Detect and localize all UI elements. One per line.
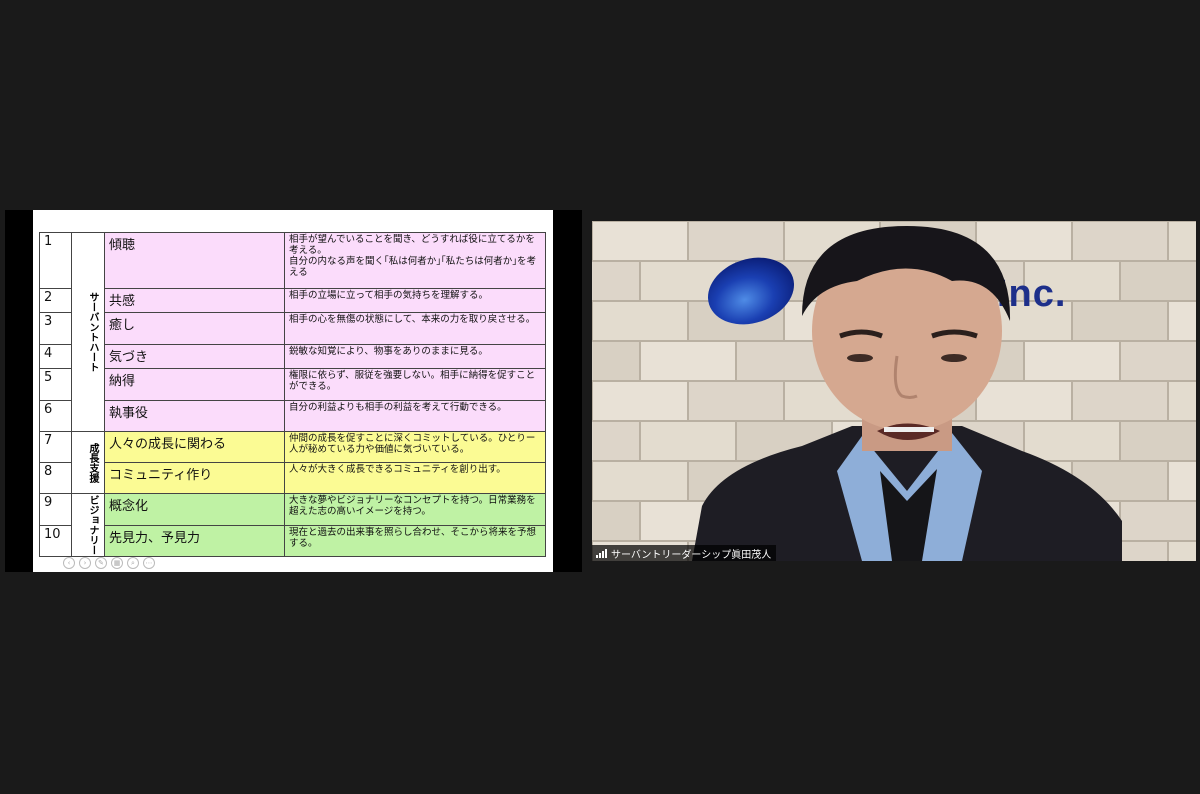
trait-name: 人々の成長に関わる xyxy=(104,431,285,463)
row-number: 4 xyxy=(39,344,72,369)
row-number: 10 xyxy=(39,524,72,557)
row-number: 9 xyxy=(39,493,72,526)
category-label: ビジョナリー xyxy=(71,493,105,557)
row-number: 2 xyxy=(39,288,72,313)
table-row: 8 コミュニティ作り 人々が大きく成長できるコミュニティを創り出す。 xyxy=(39,462,546,494)
brick xyxy=(592,461,688,501)
trait-description: 鋭敏な知覚により、物事をありのままに見る。 xyxy=(284,344,546,369)
trait-name: 癒し xyxy=(104,312,285,345)
table-row: 3 癒し 相手の心を無傷の状態にして、本来の力を取り戻させる。 xyxy=(39,312,546,345)
trait-description: 現在と過去の出来事を照らし合わせ、そこから将来を予想する。 xyxy=(284,524,546,557)
trait-name: 概念化 xyxy=(104,493,285,526)
trait-name: 気づき xyxy=(104,344,285,369)
table-row: 1 サーバントハート 傾聴 相手が望んでいることを聞き、どうすれば役に立てるかを考える… xyxy=(39,232,546,432)
trait-name: 共感 xyxy=(104,288,285,313)
table-row: 9 ビジョナリー 概念化 大きな夢やビジョナリーなコンセプトを持つ。日常業務を超えた志… xyxy=(39,493,546,557)
trait-description: 大きな夢やビジョナリーなコンセプトを持つ。日常業務を超えた志の高いイメージを持つ… xyxy=(284,493,546,526)
trait-name: 傾聴 xyxy=(104,232,285,289)
trait-name: 先見力、予見力 xyxy=(104,524,285,557)
brick xyxy=(1120,421,1196,461)
row-number: 7 xyxy=(39,431,72,463)
trait-description: 相手の心を無傷の状態にして、本来の力を取り戻させる。 xyxy=(284,312,546,345)
row-number: 8 xyxy=(39,462,72,494)
participant-name-tag: サーバントリーダーシップ眞田茂人 xyxy=(592,545,777,561)
table-row: 6 執事役 自分の利益よりも相手の利益を考えて行動できる。 xyxy=(39,400,546,432)
row-number: 1 xyxy=(39,232,72,289)
zoom-icon[interactable]: ⌕ xyxy=(127,557,139,569)
brick xyxy=(592,381,688,421)
more-icon[interactable]: ⋯ xyxy=(143,557,155,569)
presentation-slide: 1 サーバントハート 傾聴 相手が望んでいることを聞き、どうすれば役に立てるかを考える… xyxy=(33,210,553,572)
trait-description: 相手が望んでいることを聞き、どうすれば役に立てるかを考える。 自分の内なる声を聞… xyxy=(284,232,546,289)
slide-toolbar: ‹ › ✎ ▦ ⌕ ⋯ xyxy=(63,557,155,569)
category-label: サーバントハート xyxy=(71,232,105,432)
trait-description: 自分の利益よりも相手の利益を考えて行動できる。 xyxy=(284,400,546,432)
brick xyxy=(592,221,688,261)
brick xyxy=(592,501,640,541)
row-number: 6 xyxy=(39,400,72,432)
next-slide-icon[interactable]: › xyxy=(79,557,91,569)
shared-screen: 1 サーバントハート 傾聴 相手が望んでいることを聞き、どうすれば役に立てるかを考える… xyxy=(5,210,582,572)
brick xyxy=(1168,381,1196,421)
trait-name: 執事役 xyxy=(104,400,285,432)
row-number: 3 xyxy=(39,312,72,345)
brick xyxy=(1120,341,1196,381)
brick xyxy=(1168,461,1196,501)
brick xyxy=(1168,541,1196,561)
brick xyxy=(1120,261,1196,301)
table-row: 2 共感 相手の立場に立って相手の気持ちを理解する。 xyxy=(39,288,546,313)
trait-description: 相手の立場に立って相手の気持ちを理解する。 xyxy=(284,288,546,313)
prev-slide-icon[interactable]: ‹ xyxy=(63,557,75,569)
table-row: 7 成長支援 人々の成長に関わる 仲間の成長を促すことに深くコミットしている。ひとりー… xyxy=(39,431,546,494)
row-number: 5 xyxy=(39,368,72,401)
table-row: 4 気づき 鋭敏な知覚により、物事をありのままに見る。 xyxy=(39,344,546,369)
speaker-image xyxy=(692,226,1122,561)
servant-leadership-table: 1 サーバントハート 傾聴 相手が望んでいることを聞き、どうすれば役に立てるかを考える… xyxy=(39,232,546,557)
brick xyxy=(1168,301,1196,341)
signal-strength-icon xyxy=(596,548,607,558)
trait-description: 人々が大きく成長できるコミュニティを創り出す。 xyxy=(284,462,546,494)
trait-name: 納得 xyxy=(104,368,285,401)
pen-icon[interactable]: ✎ xyxy=(95,557,107,569)
table-row: 10 先見力、予見力 現在と過去の出来事を照らし合わせ、そこから将来を予想する。 xyxy=(39,524,546,557)
brick xyxy=(1168,221,1196,261)
trait-name: コミュニティ作り xyxy=(104,462,285,494)
category-label: 成長支援 xyxy=(71,431,105,494)
brick xyxy=(1120,501,1196,541)
brick xyxy=(592,261,640,301)
brick xyxy=(592,341,640,381)
brick xyxy=(592,421,640,461)
trait-description: 仲間の成長を促すことに深くコミットしている。ひとりー人が秘めている力や価値に気づ… xyxy=(284,431,546,463)
brick xyxy=(592,301,688,341)
trait-description: 権限に依らず、服従を強要しない。相手に納得を促すことができる。 xyxy=(284,368,546,401)
participant-name: サーバントリーダーシップ眞田茂人 xyxy=(611,549,772,561)
grid-icon[interactable]: ▦ xyxy=(111,557,123,569)
table-row: 5 納得 権限に依らず、服従を強要しない。相手に納得を促すことができる。 xyxy=(39,368,546,401)
participant-video[interactable]: Inc. サーバントリーダーシップ眞田茂人 xyxy=(592,221,1196,561)
